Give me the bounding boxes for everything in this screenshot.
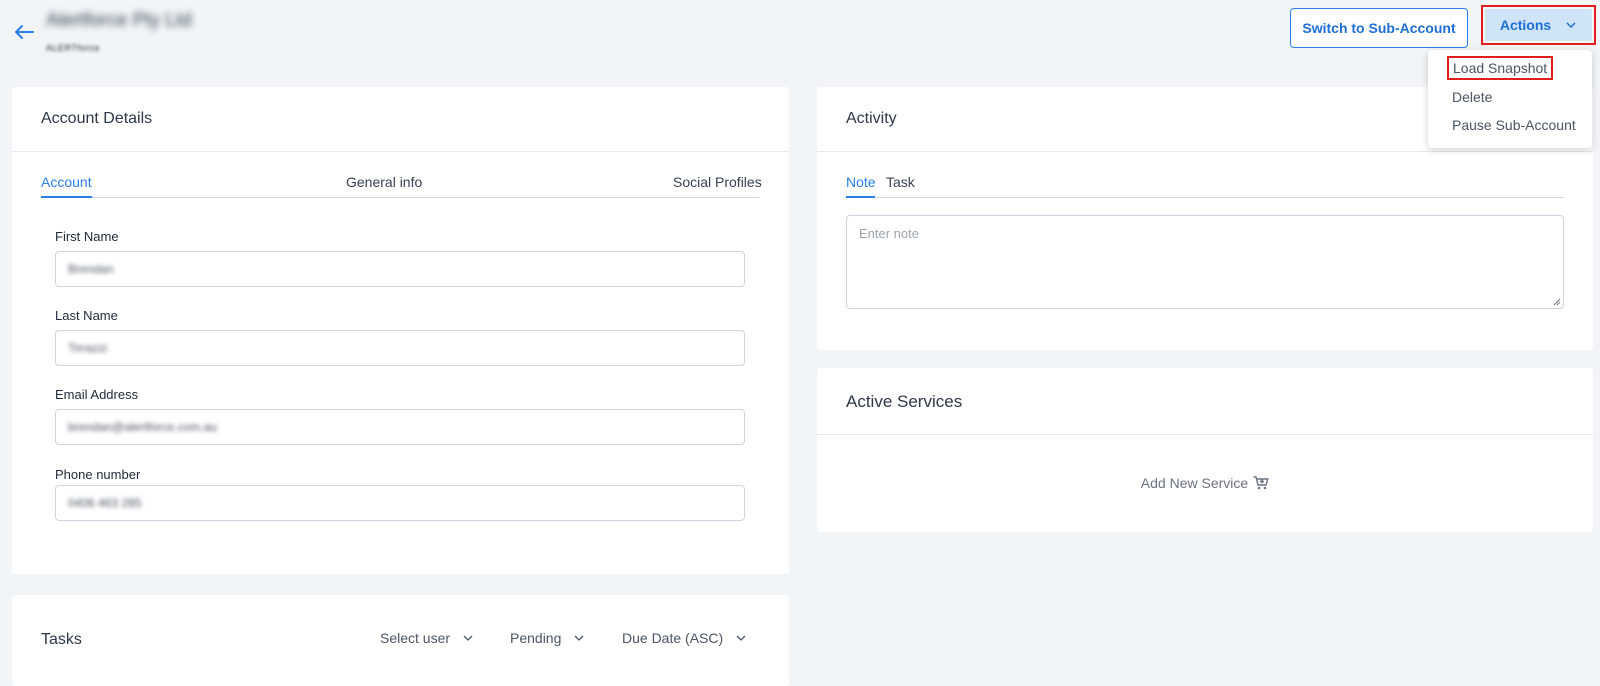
tab-general-info[interactable]: General info: [346, 174, 422, 190]
resize-grip-icon[interactable]: [1553, 298, 1561, 306]
account-details-card: Account Details Account General info Soc…: [12, 87, 789, 574]
first-name-label: First Name: [55, 229, 119, 244]
first-name-value: Brendan: [68, 262, 114, 276]
card-divider: [817, 151, 1593, 152]
last-name-input[interactable]: Tirrazzi: [55, 330, 745, 366]
back-arrow-icon[interactable]: [12, 20, 36, 44]
chevron-down-icon: [574, 635, 584, 641]
tabs-baseline: [846, 197, 1564, 198]
company-name: Alertforce Pty Ltd: [46, 10, 192, 31]
active-services-card: Active Services Add New Service: [817, 368, 1593, 532]
chevron-down-icon: [736, 635, 746, 641]
actions-button[interactable]: Actions: [1485, 9, 1592, 41]
tasks-title: Tasks: [41, 631, 82, 648]
menu-item-load-snapshot[interactable]: Load Snapshot: [1447, 56, 1554, 80]
menu-item-delete[interactable]: Delete: [1452, 89, 1492, 105]
card-divider: [12, 151, 789, 152]
cart-plus-icon: [1253, 476, 1269, 490]
switch-to-sub-account-button[interactable]: Switch to Sub-Account: [1290, 8, 1468, 48]
tab-account[interactable]: Account: [41, 174, 92, 190]
card-divider: [817, 434, 1593, 435]
add-new-service-label: Add New Service: [1140, 475, 1249, 491]
tabs-baseline: [41, 197, 759, 198]
tab-note[interactable]: Note: [846, 174, 876, 190]
email-value: brendan@alertforce.com.au: [68, 420, 217, 434]
account-details-title: Account Details: [41, 110, 153, 127]
first-name-input[interactable]: Brendan: [55, 251, 745, 287]
activity-title: Activity: [846, 110, 897, 127]
tasks-card: Tasks Select user Pending Due Date (ASC): [12, 595, 789, 686]
tab-social-profiles[interactable]: Social Profiles: [673, 174, 762, 190]
select-user-label: Select user: [380, 630, 451, 646]
email-input[interactable]: brendan@alertforce.com.au: [55, 409, 745, 445]
company-logo: ALERTforce: [46, 43, 100, 53]
select-user-filter[interactable]: Select user: [380, 630, 474, 646]
active-services-title: Active Services: [846, 392, 963, 411]
email-label: Email Address: [55, 387, 139, 402]
tab-active-underline: [41, 196, 92, 198]
add-new-service-button[interactable]: Add New Service: [817, 475, 1593, 491]
actions-highlight-box: Actions: [1481, 5, 1596, 45]
phone-input[interactable]: 0406 463 285: [55, 485, 745, 521]
phone-label: Phone number: [55, 467, 141, 482]
last-name-value: Tirrazzi: [68, 341, 107, 355]
sort-filter-label: Due Date (ASC): [622, 630, 724, 646]
phone-value: 0406 463 285: [68, 496, 142, 510]
sort-filter[interactable]: Due Date (ASC): [622, 630, 747, 646]
menu-item-pause-sub-account[interactable]: Pause Sub-Account: [1452, 117, 1576, 133]
note-placeholder: Enter note: [859, 226, 919, 241]
status-filter-label: Pending: [510, 630, 562, 646]
tab-active-underline: [846, 196, 875, 198]
tab-task[interactable]: Task: [886, 174, 915, 190]
chevron-down-icon: [463, 635, 473, 641]
last-name-label: Last Name: [55, 308, 118, 323]
chevron-down-icon: [1566, 22, 1576, 29]
actions-dropdown-menu: Load Snapshot Delete Pause Sub-Account: [1428, 50, 1592, 148]
actions-button-label: Actions: [1499, 17, 1552, 33]
note-textarea[interactable]: Enter note: [846, 215, 1564, 309]
status-filter[interactable]: Pending: [510, 630, 585, 646]
